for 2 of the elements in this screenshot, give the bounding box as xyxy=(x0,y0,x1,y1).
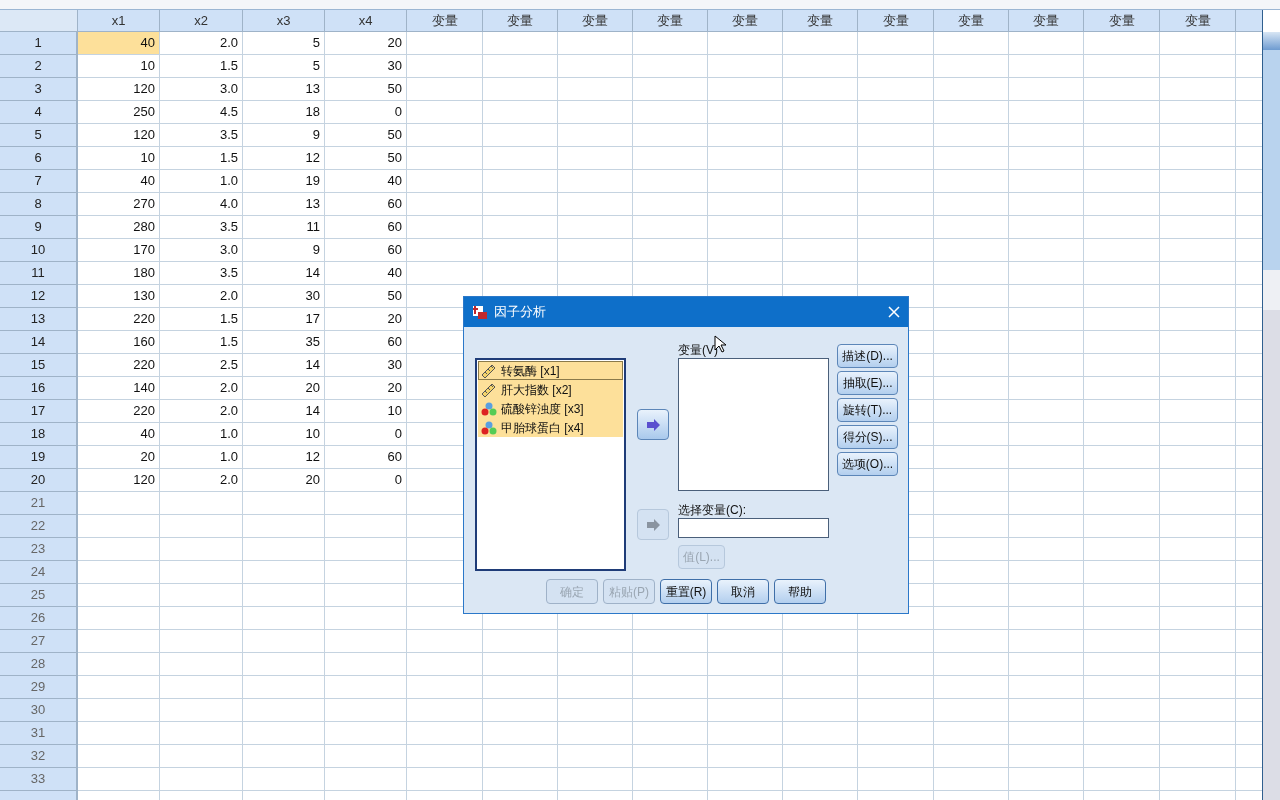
window-title: 因子分析 xyxy=(494,303,546,322)
field-label: 选择变量(C): xyxy=(678,502,746,519)
